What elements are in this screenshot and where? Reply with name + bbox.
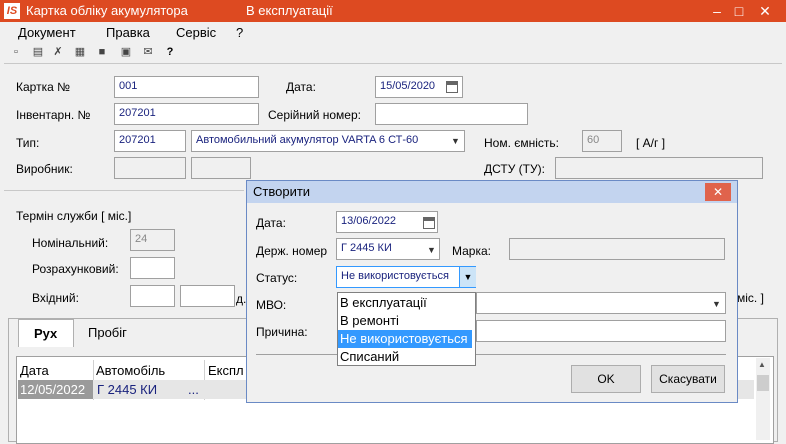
incoming-label: Вхідний:: [32, 291, 79, 305]
dialog-separator: [256, 354, 726, 355]
save-icon[interactable]: ■: [94, 44, 110, 60]
maximize-button[interactable]: □: [728, 2, 750, 20]
date-label: Дата:: [286, 80, 316, 94]
reason-field[interactable]: [476, 320, 726, 342]
inventory-field[interactable]: 207201: [114, 103, 259, 125]
grid-header-date[interactable]: Дата: [20, 363, 49, 378]
serial-label: Серійний номер:: [268, 108, 361, 122]
status-option[interactable]: В експлуатації: [338, 294, 472, 312]
separator: [4, 190, 244, 191]
incoming-field[interactable]: [130, 285, 175, 307]
calendar-icon[interactable]: [423, 217, 435, 229]
partial-label-mis: міс. ]: [737, 291, 764, 305]
type-name-field[interactable]: Автомобильний акумулятор VARTA 6 СТ-60: [191, 130, 465, 152]
brand-field: [509, 238, 725, 260]
close-button[interactable]: ✕: [754, 2, 776, 20]
row-car: Г 2445 КИ: [97, 382, 158, 397]
dialog-date-label: Дата:: [256, 216, 286, 230]
menu-help[interactable]: ?: [236, 25, 243, 40]
nominal-label: Номінальний:: [32, 236, 109, 250]
scroll-up-icon[interactable]: ▲: [758, 360, 766, 369]
print-icon[interactable]: ▦: [72, 44, 88, 60]
inventory-label: Інвентарн. №: [16, 108, 91, 122]
status-option[interactable]: Списаний: [338, 348, 472, 366]
plate-field[interactable]: Г 2445 КИ: [336, 238, 440, 260]
card-number-label: Картка №: [16, 80, 70, 94]
window-subtitle: В експлуатації: [246, 3, 333, 18]
chevron-down-icon[interactable]: ▼: [451, 136, 460, 146]
new-doc-icon[interactable]: ▫: [8, 44, 24, 60]
edit-doc-icon[interactable]: ▤: [30, 44, 46, 60]
row-date: 12/05/2022: [20, 382, 86, 397]
calculator-icon[interactable]: ▣: [118, 44, 134, 60]
menu-edit[interactable]: Правка: [106, 25, 150, 40]
calendar-icon[interactable]: [446, 81, 458, 93]
dialog-date-value: 13/06/2022: [341, 215, 397, 227]
nominal-field: 24: [130, 229, 175, 251]
plate-value: Г 2445 КИ: [341, 242, 392, 254]
calculated-field[interactable]: [130, 257, 175, 279]
status-select[interactable]: Не використовується: [336, 266, 476, 288]
card-number-field[interactable]: 001: [114, 76, 259, 98]
dstu-field: [555, 157, 763, 179]
partial-label-d: д.: [236, 292, 247, 306]
maker-name-field: [191, 157, 251, 179]
serial-field[interactable]: [375, 103, 528, 125]
chevron-down-icon[interactable]: ▼: [459, 267, 476, 287]
app-logo-icon: IS: [4, 3, 20, 19]
capacity-field: 60: [582, 130, 622, 152]
scroll-thumb[interactable]: [757, 375, 769, 391]
delete-doc-icon[interactable]: ✗: [50, 44, 66, 60]
plate-label: Держ. номер: [256, 244, 328, 258]
dstu-label: ДСТУ (ТУ):: [484, 162, 545, 176]
service-life-label: Термін служби [ міс.]: [16, 209, 132, 223]
date-value: 15/05/2020: [380, 80, 436, 92]
status-option-selected[interactable]: Не використовується: [338, 330, 472, 348]
status-label: Статус:: [256, 271, 298, 285]
type-label: Тип:: [16, 136, 40, 150]
status-option[interactable]: В ремонті: [338, 312, 472, 330]
capacity-unit: [ А/г ]: [636, 136, 666, 150]
minimize-button[interactable]: –: [706, 2, 728, 20]
maker-label: Виробник:: [16, 162, 73, 176]
chevron-down-icon[interactable]: ▼: [427, 245, 436, 255]
tab-rukh-label: Рух: [34, 326, 58, 341]
maker-code-field: [114, 157, 186, 179]
type-name-value: Автомобильний акумулятор VARTA 6 СТ-60: [196, 134, 419, 146]
dialog-close-button[interactable]: ✕: [705, 183, 731, 201]
menu-document[interactable]: Документ: [18, 25, 76, 40]
tab-probig[interactable]: Пробіг: [88, 325, 127, 340]
mail-icon[interactable]: ✉: [140, 44, 156, 60]
grid-scrollbar[interactable]: [756, 358, 770, 440]
menu-service[interactable]: Сервіс: [176, 25, 216, 40]
cancel-button[interactable]: Скасувати: [651, 365, 725, 393]
mvo-field[interactable]: [476, 292, 726, 314]
reason-label: Причина:: [256, 325, 308, 339]
separator: [4, 63, 782, 64]
ok-button[interactable]: OK: [571, 365, 641, 393]
chevron-down-icon[interactable]: ▼: [712, 299, 721, 309]
brand-label: Марка:: [452, 244, 491, 258]
incoming-field-2[interactable]: [180, 285, 235, 307]
mvo-label: МВО:: [256, 298, 287, 312]
type-code-field[interactable]: 207201: [114, 130, 186, 152]
capacity-label: Ном. ємність:: [484, 136, 560, 150]
grid-header-car[interactable]: Автомобіль: [96, 363, 165, 378]
status-value: Не використовується: [341, 270, 449, 282]
tab-rukh[interactable]: Рух: [18, 319, 74, 347]
calculated-label: Розрахунковий:: [32, 262, 119, 276]
dialog-title-bar: [247, 181, 737, 203]
help-icon[interactable]: ?: [162, 44, 178, 60]
window-title: Картка обліку акумулятора: [26, 3, 188, 18]
dialog-title: Створити: [253, 184, 311, 199]
row-ellipsis: ...: [188, 382, 199, 397]
grid-header-expl[interactable]: Експл: [208, 363, 244, 378]
